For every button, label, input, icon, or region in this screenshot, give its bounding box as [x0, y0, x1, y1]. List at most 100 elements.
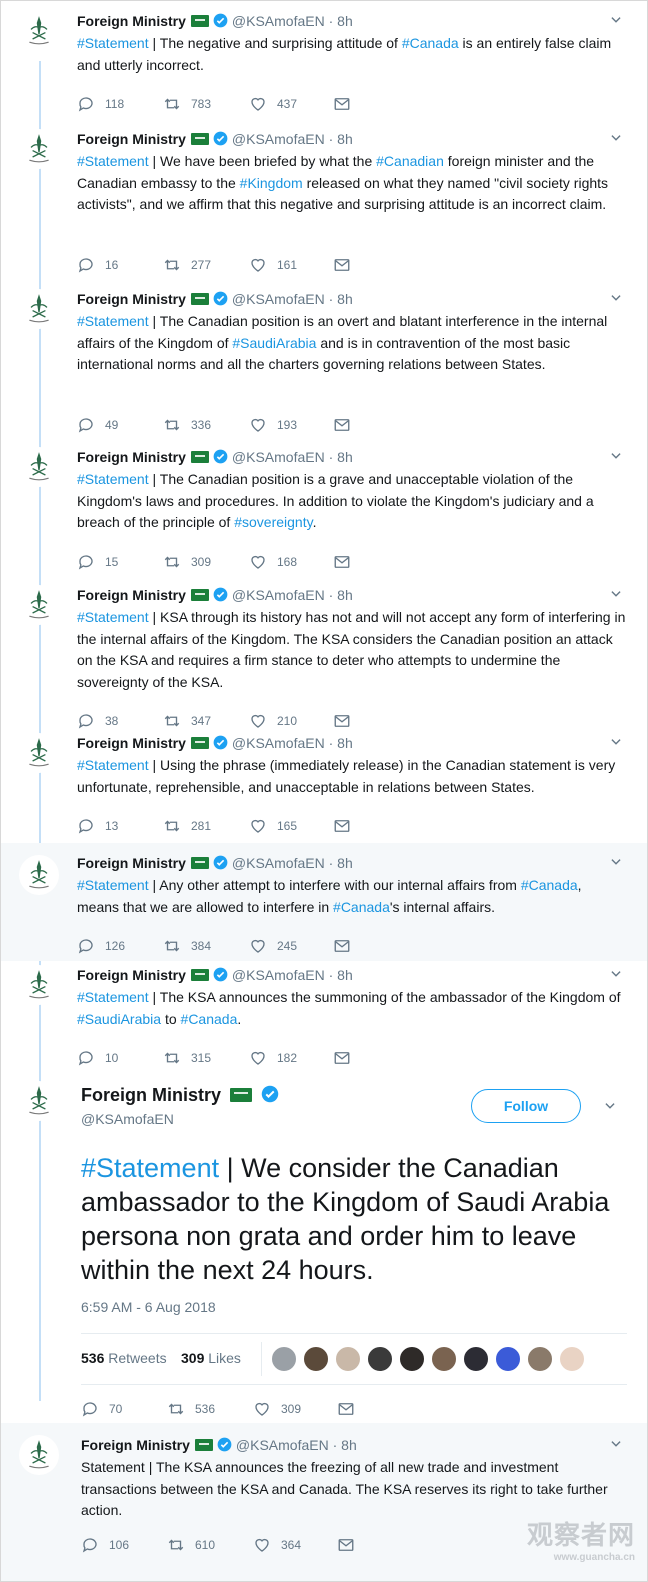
retweet-button[interactable]: 347 [163, 711, 211, 731]
account-handle[interactable]: @KSAmofaEN [232, 449, 325, 465]
liker-avatar[interactable] [559, 1346, 585, 1372]
retweet-button[interactable]: 783 [163, 94, 211, 114]
like-button[interactable]: 364 [253, 1535, 301, 1555]
reply-button[interactable]: 16 [77, 255, 118, 275]
tweet[interactable]: Foreign Ministry @KSAmofaEN · 8h #Stateme… [1, 285, 647, 443]
account-name[interactable]: Foreign Ministry [77, 587, 186, 603]
hashtag-link[interactable]: #Canada [181, 1011, 238, 1027]
dm-button[interactable] [333, 552, 351, 572]
account-name[interactable]: Foreign Ministry [77, 291, 186, 307]
account-name[interactable]: Foreign Ministry [81, 1085, 221, 1105]
account-name[interactable]: Foreign Ministry [81, 1437, 190, 1453]
tweet[interactable]: Foreign Ministry @KSAmofaEN · 8h #Stateme… [1, 729, 647, 843]
liker-avatar[interactable] [335, 1346, 361, 1372]
reply-button[interactable]: 13 [77, 816, 118, 836]
account-handle[interactable]: @KSAmofaEN [232, 13, 325, 29]
retweet-button[interactable]: 610 [167, 1535, 215, 1555]
liker-avatar[interactable] [495, 1346, 521, 1372]
account-name[interactable]: Foreign Ministry [77, 449, 186, 465]
tweet[interactable]: Foreign Ministry @KSAmofaEN · 8h #Stateme… [1, 125, 647, 285]
hashtag-link[interactable]: #Statement [81, 1153, 219, 1183]
avatar[interactable] [19, 11, 59, 51]
account-handle[interactable]: @KSAmofaEN [232, 291, 325, 307]
chevron-down-icon[interactable] [609, 13, 623, 27]
chevron-down-icon[interactable] [609, 131, 623, 145]
like-button[interactable]: 168 [249, 552, 297, 572]
tweet-age[interactable]: · 8h [329, 967, 353, 983]
avatar[interactable] [19, 1081, 59, 1121]
dm-button[interactable] [333, 1048, 351, 1068]
liker-avatar[interactable] [367, 1346, 393, 1372]
like-button[interactable]: 309 [253, 1399, 301, 1419]
reply-button[interactable]: 70 [81, 1399, 122, 1419]
account-handle[interactable]: @KSAmofaEN [232, 587, 325, 603]
like-stat[interactable]: 309 Likes [181, 1350, 241, 1366]
hashtag-link[interactable]: #Kingdom [240, 175, 303, 191]
reply-button[interactable]: 126 [77, 936, 125, 956]
reply-button[interactable]: 15 [77, 552, 118, 572]
reply-button[interactable]: 10 [77, 1048, 118, 1068]
reply-button[interactable]: 49 [77, 415, 118, 435]
account-handle[interactable]: @KSAmofaEN [232, 855, 325, 871]
liker-avatar[interactable] [431, 1346, 457, 1372]
retweet-button[interactable]: 336 [163, 415, 211, 435]
dm-button[interactable] [333, 936, 351, 956]
account-name[interactable]: Foreign Ministry [77, 131, 186, 147]
hashtag-link[interactable]: #Statement [77, 35, 149, 51]
like-button[interactable]: 245 [249, 936, 297, 956]
retweet-button[interactable]: 281 [163, 816, 211, 836]
account-name[interactable]: Foreign Ministry [77, 735, 186, 751]
tweet-age[interactable]: · 8h [329, 13, 353, 29]
like-button[interactable]: 193 [249, 415, 297, 435]
avatar[interactable] [19, 855, 59, 895]
chevron-down-icon[interactable] [609, 735, 623, 749]
like-button[interactable]: 210 [249, 711, 297, 731]
hashtag-link[interactable]: #Canadian [376, 153, 444, 169]
avatar[interactable] [19, 585, 59, 625]
chevron-down-icon[interactable] [609, 855, 623, 869]
likers-avatars[interactable] [271, 1346, 591, 1372]
chevron-down-icon[interactable] [609, 587, 623, 601]
avatar[interactable] [19, 289, 59, 329]
retweet-stat[interactable]: 536 Retweets [81, 1350, 167, 1366]
avatar[interactable] [19, 1435, 59, 1475]
retweet-button[interactable]: 536 [167, 1399, 215, 1419]
avatar[interactable] [19, 129, 59, 169]
like-button[interactable]: 165 [249, 816, 297, 836]
avatar[interactable] [19, 447, 59, 487]
dm-button[interactable] [337, 1535, 355, 1555]
account-handle[interactable]: @KSAmofaEN [236, 1437, 329, 1453]
hashtag-link[interactable]: #sovereignty [234, 514, 312, 530]
hashtag-link[interactable]: #Statement [77, 989, 149, 1005]
chevron-down-icon[interactable] [609, 291, 623, 305]
hashtag-link[interactable]: #Statement [77, 153, 149, 169]
reply-button[interactable]: 118 [77, 94, 124, 114]
hashtag-link[interactable]: #Canada [402, 35, 459, 51]
dm-button[interactable] [333, 711, 351, 731]
retweet-button[interactable]: 315 [163, 1048, 211, 1068]
dm-button[interactable] [337, 1399, 355, 1419]
hashtag-link[interactable]: #SaudiArabia [77, 1011, 161, 1027]
avatar[interactable] [19, 965, 59, 1005]
tweet-timestamp[interactable]: 6:59 AM - 6 Aug 2018 [81, 1299, 216, 1315]
like-button[interactable]: 437 [249, 94, 297, 114]
hashtag-link[interactable]: #Statement [77, 471, 149, 487]
dm-button[interactable] [333, 415, 351, 435]
liker-avatar[interactable] [271, 1346, 297, 1372]
hashtag-link[interactable]: #SaudiArabia [232, 335, 316, 351]
chevron-down-icon[interactable] [609, 967, 623, 981]
like-button[interactable]: 161 [249, 255, 297, 275]
liker-avatar[interactable] [399, 1346, 425, 1372]
liker-avatar[interactable] [463, 1346, 489, 1372]
tweet[interactable]: Foreign Ministry @KSAmofaEN · 8h #Stateme… [1, 443, 647, 581]
follow-button[interactable]: Follow [471, 1089, 581, 1123]
hashtag-link[interactable]: #Canada [521, 877, 578, 893]
tweet[interactable]: Foreign Ministry @KSAmofaEN · 8h #Stateme… [1, 581, 647, 729]
liker-avatar[interactable] [303, 1346, 329, 1372]
like-button[interactable]: 182 [249, 1048, 297, 1068]
hashtag-link[interactable]: #Statement [77, 609, 149, 625]
reply-button[interactable]: 38 [77, 711, 118, 731]
tweet-age[interactable]: · 8h [329, 291, 353, 307]
tweet-age[interactable]: · 8h [329, 131, 353, 147]
featured-tweet[interactable]: Foreign Ministry @KSAmofaEN Follow #Stat… [1, 1081, 647, 1431]
